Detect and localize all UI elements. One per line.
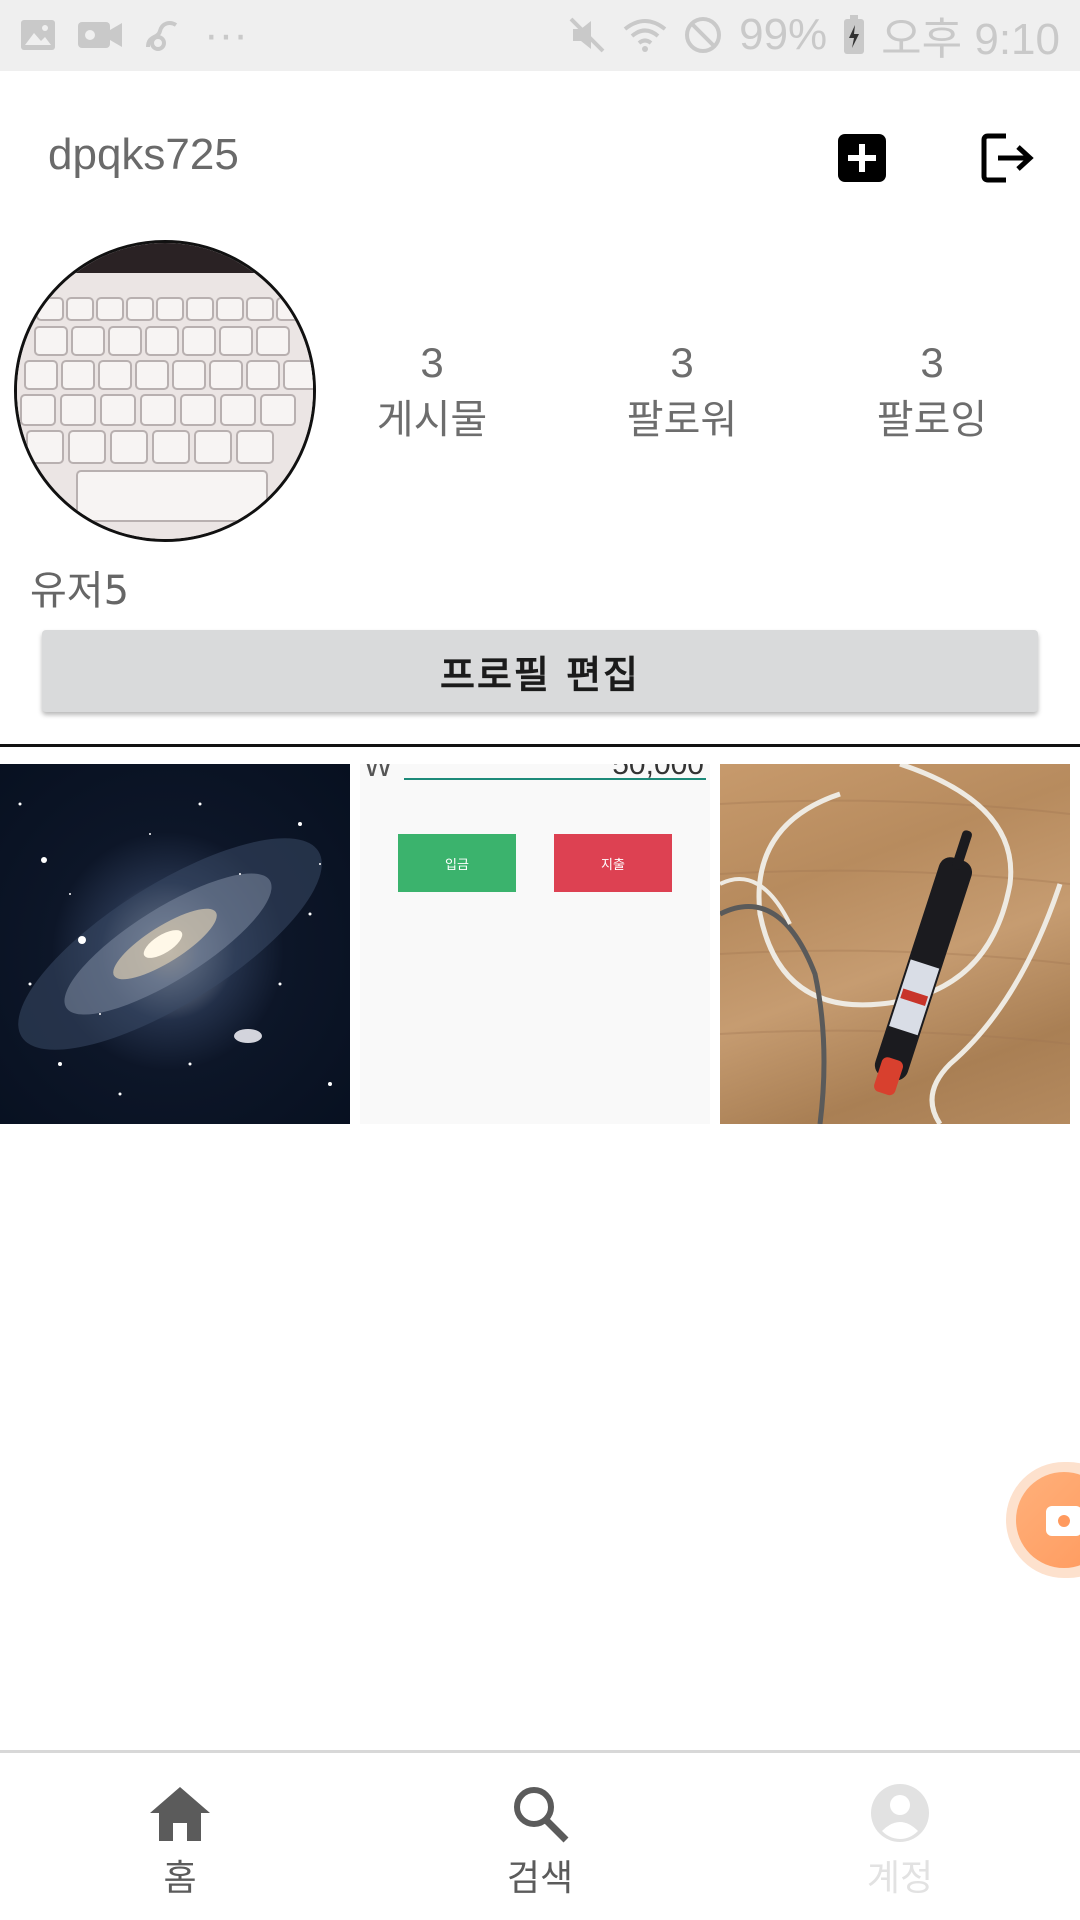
nav-search[interactable]: 검색 (440, 1783, 640, 1913)
followers-count[interactable]: 3 팔로워 (582, 338, 782, 452)
battery-charging-icon (843, 15, 865, 55)
posts-count[interactable]: 3 게시물 (332, 338, 532, 452)
floating-camera-button[interactable] (1006, 1462, 1080, 1578)
post-thumbnail-pen-cable[interactable] (720, 764, 1070, 1124)
username: dpqks725 (48, 130, 239, 179)
followers-count-value: 3 (670, 339, 694, 386)
following-count[interactable]: 3 팔로잉 (832, 338, 1032, 452)
posts-count-label: 게시물 (376, 397, 488, 443)
currency-symbol: W (364, 764, 393, 783)
edit-profile-label: 프로필 편집 (439, 652, 641, 697)
pen-cable-photo (720, 764, 1070, 1124)
bottom-navigation: 홈 검색 계정 (0, 1750, 1080, 1920)
deposit-button: 입금 (398, 834, 516, 892)
post-thumbnail-galaxy[interactable] (0, 764, 350, 1124)
do-not-disturb-icon (683, 15, 723, 55)
video-icon (78, 20, 122, 50)
keyboard-photo (17, 243, 313, 539)
expense-button: 지출 (554, 834, 672, 892)
more-notifications-icon: ··· (204, 10, 248, 59)
plus-square-icon (836, 134, 888, 188)
nav-search-label: 검색 (506, 1858, 574, 1899)
camera-icon (1046, 1506, 1080, 1536)
link-icon (144, 17, 182, 53)
profile-avatar[interactable] (14, 240, 316, 542)
nav-home-label: 홈 (163, 1858, 197, 1899)
display-name: 유저5 (30, 568, 130, 614)
add-post-button[interactable] (836, 132, 888, 184)
post-grid: W 50,000 입금 지출 (0, 764, 1080, 1124)
wifi-icon (623, 17, 667, 53)
nav-account[interactable]: 계정 (800, 1783, 1000, 1913)
profile-stats: 3 게시물 3 팔로워 3 팔로잉 (320, 338, 1080, 458)
battery-percent: 99% (739, 10, 828, 59)
nav-home[interactable]: 홈 (80, 1783, 280, 1913)
followers-count-label: 팔로워 (626, 397, 738, 443)
following-count-label: 팔로잉 (876, 397, 988, 443)
logout-icon (980, 133, 1036, 190)
divider (0, 744, 1080, 747)
status-bar: ··· 99% 오후 9:10 (0, 0, 1080, 71)
home-icon (80, 1783, 280, 1843)
amount-underline (404, 778, 706, 780)
fab-bubble (1016, 1472, 1080, 1568)
post-thumbnail-budget-app[interactable]: W 50,000 입금 지출 (360, 764, 710, 1124)
posts-count-value: 3 (420, 339, 444, 386)
camera-lens (1058, 1515, 1070, 1527)
edit-profile-button[interactable]: 프로필 편집 (42, 630, 1038, 712)
search-icon (440, 1783, 640, 1843)
clock: 오후 9:10 (881, 15, 1060, 64)
account-icon (800, 1783, 1000, 1843)
gallery-icon (20, 19, 56, 51)
following-count-value: 3 (920, 339, 944, 386)
nav-account-label: 계정 (866, 1858, 934, 1899)
logout-button[interactable] (980, 130, 1036, 186)
galaxy-image (18, 802, 332, 1096)
mute-icon (567, 15, 607, 55)
